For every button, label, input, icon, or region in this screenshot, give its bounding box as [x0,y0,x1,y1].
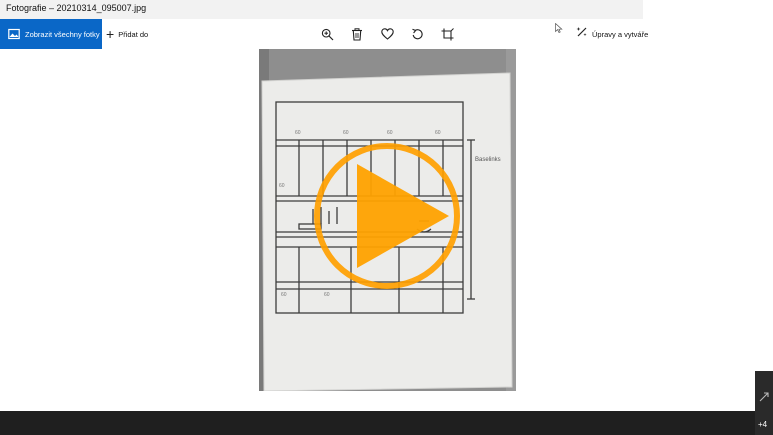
title-bar-controls-area [643,0,773,19]
svg-text:60: 60 [343,130,349,136]
show-all-photos-label: Zobrazit všechny fotky [25,29,100,39]
add-to-label: Přidat do [118,29,149,39]
edit-and-create-button[interactable]: Úpravy a vytváření [576,19,648,49]
title-bar: Fotografie – 20210314_095007.jpg [0,0,773,19]
expand-arrow-icon [759,392,769,402]
crop-icon[interactable] [440,27,454,41]
filmstrip-bar [0,411,773,435]
plus-icon: + [106,26,115,42]
edit-and-create-label: Úpravy a vytváření [592,29,648,39]
svg-text:60: 60 [387,130,393,136]
photos-icon [8,28,20,40]
delete-icon[interactable] [350,27,364,41]
play-video-icon[interactable] [312,141,462,291]
photo-viewer: 60 60 60 60 60 60 60 Baselinks [0,49,773,411]
photos-app-window: Fotografie – 20210314_095007.jpg Zobrazi… [0,0,773,435]
favorite-icon[interactable] [380,27,394,41]
svg-text:60: 60 [279,183,285,189]
zoom-icon[interactable] [320,27,334,41]
svg-text:60: 60 [435,130,441,136]
mouse-cursor-icon [555,23,563,33]
sketch-annotation: Baselinks [475,157,501,163]
svg-text:60: 60 [281,292,287,298]
window-title: Fotografie – 20210314_095007.jpg [6,3,147,13]
more-photos-count: +4 [758,420,768,429]
show-all-photos-button[interactable]: Zobrazit všechny fotky [0,19,102,49]
svg-text:60: 60 [324,292,330,298]
rotate-icon[interactable] [410,27,424,41]
toolbar: Zobrazit všechny fotky + Přidat do Úprav… [0,19,773,49]
add-to-button[interactable]: + Přidat do [106,19,148,49]
filmstrip-expand-tab[interactable]: +4 [755,371,773,435]
svg-text:60: 60 [295,130,301,136]
edit-sparkle-icon [576,25,588,43]
